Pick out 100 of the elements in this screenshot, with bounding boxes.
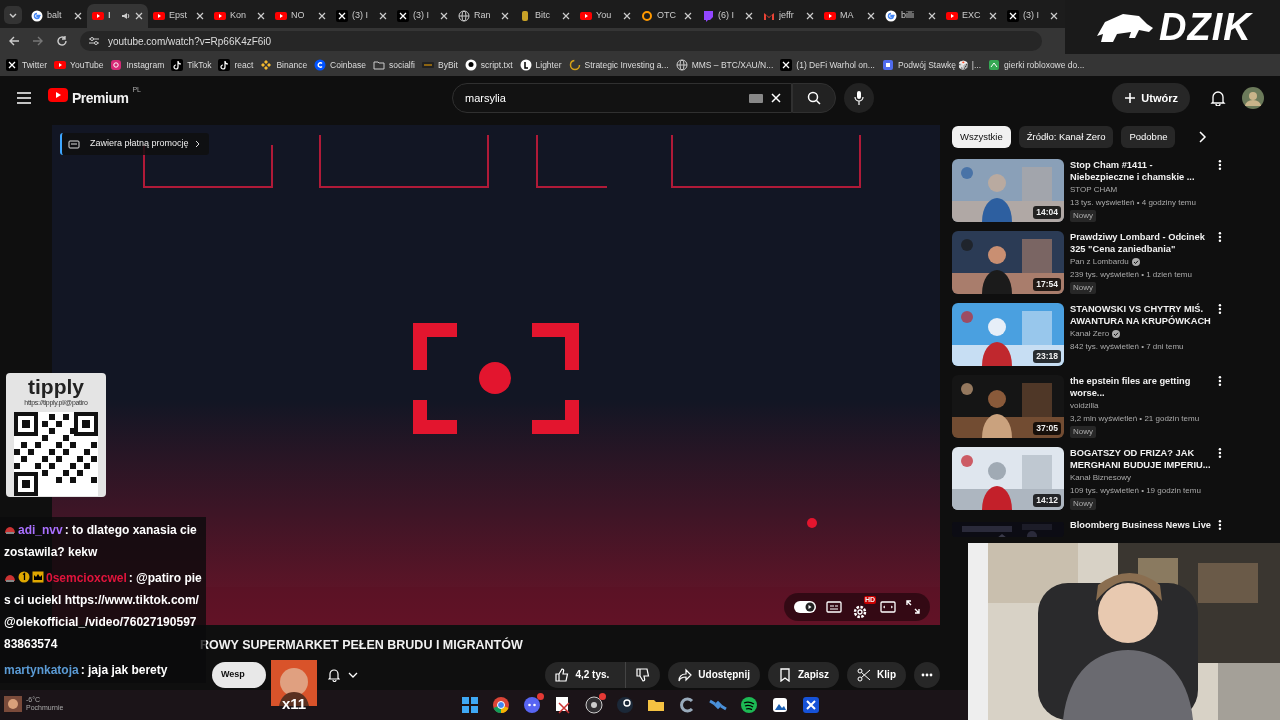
video-title[interactable]: Stop Cham #1411 - Niebezpieczne i chamskie ... (1070, 159, 1213, 183)
close-icon[interactable] (501, 12, 509, 20)
join-button[interactable]: Wesp (212, 661, 266, 688)
bookmark[interactable]: socialfi (373, 58, 415, 72)
bookmark[interactable]: TikTok (171, 58, 212, 72)
logo-text[interactable]: Premium (72, 87, 129, 109)
video-title[interactable]: Bloomberg Business News Live (1070, 519, 1213, 531)
browser-tab[interactable]: Epst (148, 4, 209, 28)
close-icon[interactable] (379, 12, 387, 20)
bookmark[interactable]: MMS – BTC/XAU/N... (675, 58, 774, 72)
close-icon[interactable] (440, 12, 448, 20)
browser-tab[interactable]: (3) I (392, 4, 453, 28)
close-icon[interactable] (684, 12, 692, 20)
filter-chip[interactable]: Podobne (1121, 126, 1176, 148)
browser-tab[interactable]: OTC (636, 4, 697, 28)
more-icon[interactable] (1218, 519, 1222, 531)
filter-chip[interactable]: Wszystkie (952, 126, 1011, 148)
close-icon[interactable] (135, 12, 143, 20)
browser-tab[interactable]: balt (26, 4, 87, 28)
fullscreen-icon[interactable] (906, 600, 920, 614)
more-icon[interactable] (1218, 303, 1222, 315)
browser-tab[interactable]: EXC (941, 4, 1002, 28)
bookmark[interactable]: Coinbase (314, 58, 367, 72)
bookmark[interactable]: Twitter (6, 58, 48, 72)
browser-icon[interactable] (490, 695, 511, 715)
more-icon[interactable] (1218, 375, 1222, 387)
close-icon[interactable] (74, 12, 82, 20)
back-icon[interactable] (8, 35, 20, 47)
avatar[interactable] (1242, 87, 1264, 109)
browser-tab[interactable]: Kon (209, 4, 270, 28)
close-icon[interactable] (318, 12, 326, 20)
browser-tab[interactable]: Ran (453, 4, 514, 28)
share-button[interactable]: Udostępnij (668, 661, 760, 688)
close-icon[interactable] (989, 12, 997, 20)
music-app-icon[interactable] (738, 695, 759, 715)
close-icon[interactable] (745, 12, 753, 20)
settings-icon[interactable] (852, 603, 868, 620)
bookmark[interactable]: Instagram (110, 58, 165, 72)
keyboard-icon[interactable] (749, 93, 763, 103)
bookmark[interactable]: Binance (260, 58, 308, 72)
video-title[interactable]: BOGATSZY OD FRIZA? JAK MERGHANI BUDUJE IMPERIU... (1070, 447, 1213, 471)
channel-name[interactable]: Pan z Lombardu (1070, 256, 1129, 268)
bookmark[interactable]: YouTube (54, 58, 104, 72)
close-icon[interactable] (257, 12, 265, 20)
browser-tab[interactable]: MA (819, 4, 880, 28)
subtitles-icon[interactable] (826, 601, 842, 613)
close-icon[interactable] (928, 12, 936, 20)
browser-tab[interactable]: billi (880, 4, 941, 28)
bookmark[interactable]: script.txt (464, 58, 513, 72)
channel-name[interactable]: Kanał Biznesowy (1070, 472, 1131, 484)
close-icon[interactable] (196, 12, 204, 20)
tab-list-button[interactable] (4, 6, 22, 24)
close-icon[interactable] (562, 12, 570, 20)
channel-name[interactable]: STOP CHAM (1070, 184, 1118, 196)
more-button[interactable] (914, 661, 940, 688)
bookmark[interactable]: ByBit (422, 58, 458, 72)
more-icon[interactable] (1218, 447, 1222, 459)
save-button[interactable]: Zapisz (768, 661, 840, 688)
browser-tab[interactable]: NO (270, 4, 331, 28)
browser-tab[interactable]: (6) I (697, 4, 758, 28)
menu-icon[interactable] (16, 91, 32, 105)
channel-name[interactable]: Kanał Zero (1070, 328, 1110, 340)
bell-icon[interactable] (328, 667, 340, 682)
bookmark[interactable]: react (218, 58, 254, 72)
video-title[interactable]: Prawdziwy Lombard - Odcinek 325 "Cena zaniedbania" (1070, 231, 1213, 255)
play-logo-icon[interactable] (48, 87, 68, 102)
browser-tab[interactable]: Bitc (514, 4, 575, 28)
bookmark[interactable]: gierki robloxowe do... (988, 58, 1085, 72)
paid-promotion-label[interactable]: Zawiera płatną promocję (60, 133, 209, 155)
search-field[interactable]: marsylia (463, 88, 741, 108)
browser-tab[interactable]: I (87, 4, 148, 28)
create-button[interactable]: Utwórz (1112, 83, 1190, 113)
start-icon[interactable] (459, 695, 480, 715)
filter-chip[interactable]: Źródło: Kanał Zero (1018, 126, 1114, 148)
browser-tab[interactable]: (3) I (1002, 4, 1063, 28)
bookmark[interactable]: Strategic Investing a... (568, 58, 669, 72)
search-box[interactable]: marsylia (452, 83, 792, 113)
bookmark[interactable]: Lighter (519, 58, 562, 72)
chat-app-icon[interactable] (521, 695, 542, 715)
video-title[interactable]: STANOWSKI VS CHYTRY MIŚ. AWANTURA NA KRUPÓWKACH (1070, 303, 1213, 327)
close-icon[interactable] (867, 12, 875, 20)
next-icon[interactable] (1197, 131, 1208, 143)
bookmark[interactable]: Podwój Stawkę 🎲 |... (881, 58, 982, 72)
bell-icon[interactable] (1210, 90, 1226, 106)
microphone-button[interactable] (844, 83, 874, 113)
reload-icon[interactable] (56, 35, 68, 47)
browser-tab[interactable]: (3) I (331, 4, 392, 28)
video-title[interactable]: the epstein files are getting worse... (1070, 375, 1213, 399)
more-icon[interactable] (1218, 231, 1222, 243)
search-button[interactable] (792, 83, 836, 113)
browser-tab[interactable]: You (575, 4, 636, 28)
bookmark[interactable]: (1) DeFi Warhol on... (780, 58, 875, 72)
x-app-icon[interactable] (800, 695, 821, 715)
clear-icon[interactable] (771, 93, 781, 103)
steam-icon[interactable] (614, 695, 635, 715)
miniplayer-icon[interactable] (880, 601, 896, 613)
more-icon[interactable] (1218, 159, 1222, 171)
address-bar[interactable]: youtube.com/watch?v=Rp66K4zF6i0 (80, 31, 1042, 51)
record-icon[interactable] (583, 695, 604, 715)
channel-name[interactable]: voidzilla (1070, 400, 1099, 412)
